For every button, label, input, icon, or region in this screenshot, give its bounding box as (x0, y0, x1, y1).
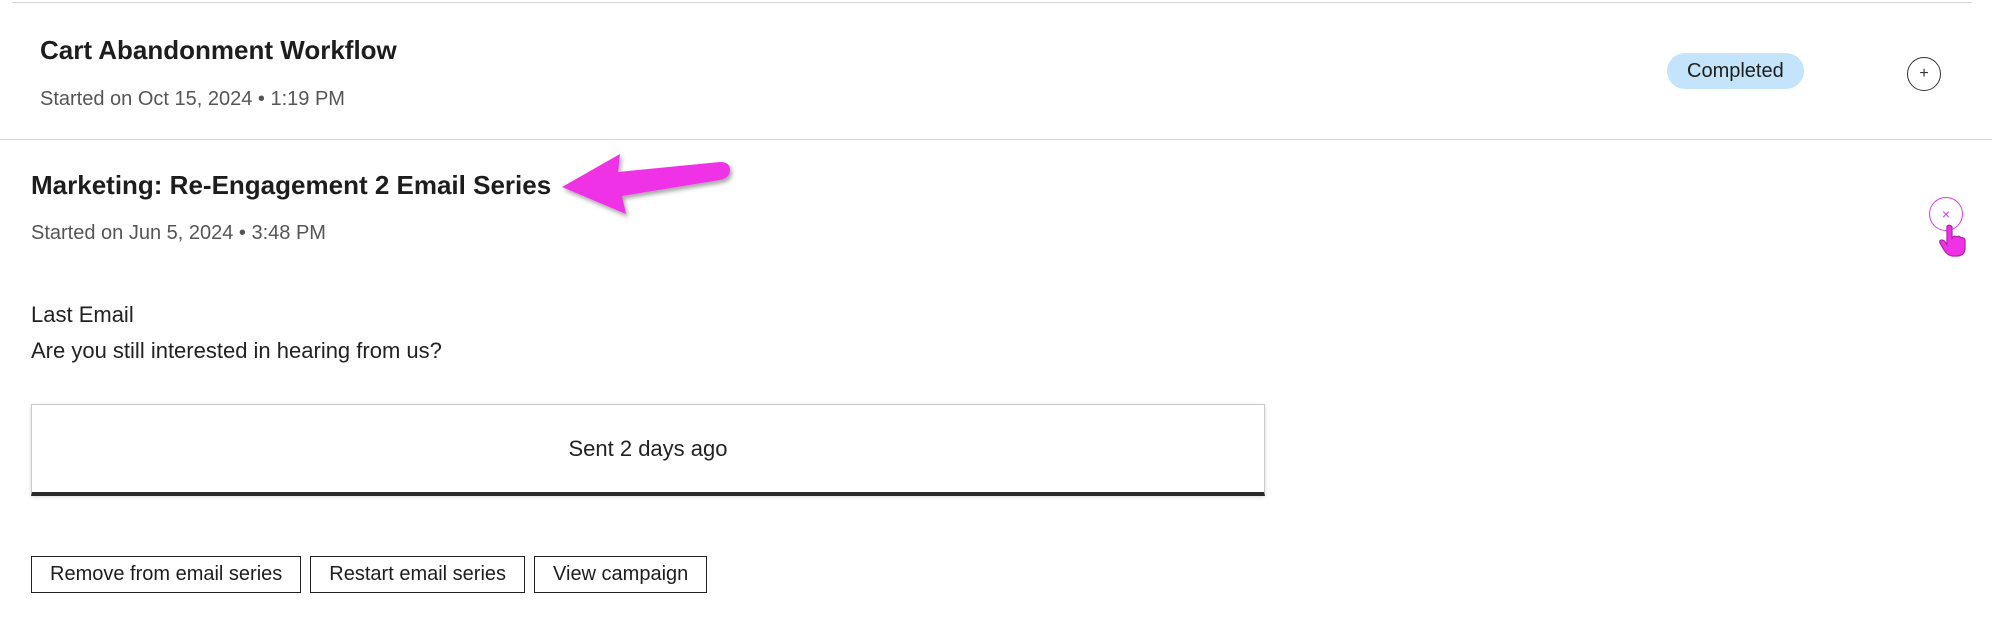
email-series-page: Cart Abandonment Workflow Started on Oct… (0, 0, 1992, 634)
workflow-started-date: Started on Oct 15, 2024 • 1:19 PM (40, 88, 345, 110)
last-email-label: Last Email (31, 302, 134, 327)
hand-pointer-icon (1939, 224, 1966, 257)
view-campaign-button[interactable]: View campaign (534, 556, 708, 593)
plus-icon: + (1919, 65, 1929, 82)
last-email-subject: Are you still interested in hearing from… (31, 338, 442, 363)
remove-from-series-button[interactable]: Remove from email series (31, 556, 302, 593)
email-series-title: Marketing: Re-Engagement 2 Email Series (31, 170, 552, 200)
close-icon: × (1941, 206, 1951, 222)
restart-series-button[interactable]: Restart email series (310, 556, 526, 593)
workflow-card: Cart Abandonment Workflow Started on Oct… (0, 3, 1992, 139)
sent-status-box: Sent 2 days ago (31, 404, 1265, 496)
workflow-title: Cart Abandonment Workflow (40, 35, 397, 65)
expand-button[interactable]: + (1907, 57, 1941, 91)
series-actions: Remove from email series Restart email s… (31, 556, 708, 593)
sent-status-text: Sent 2 days ago (568, 435, 728, 461)
email-series-started-date: Started on Jun 5, 2024 • 3:48 PM (31, 222, 326, 244)
status-badge: Completed (1667, 53, 1804, 89)
arrow-annotation-icon (562, 154, 730, 214)
section-divider (0, 139, 1992, 140)
